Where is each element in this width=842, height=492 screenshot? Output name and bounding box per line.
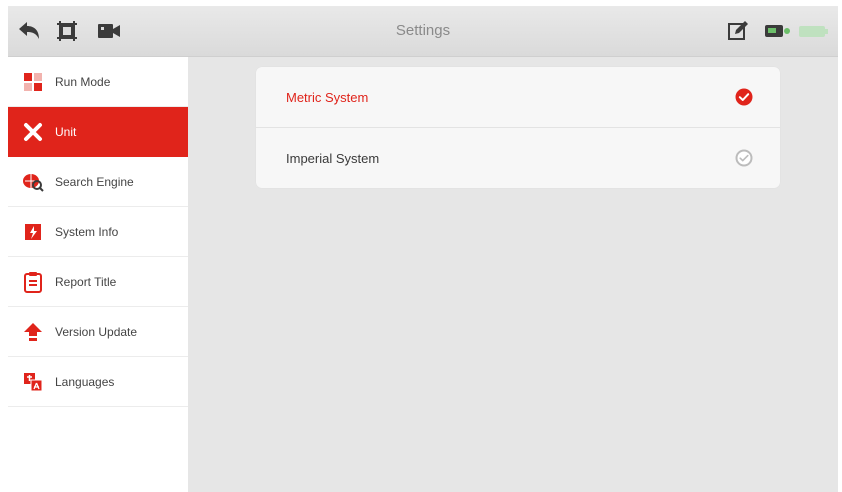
search-engine-icon [22,171,44,193]
sidebar-item-label: System Info [55,224,119,239]
sidebar-item-label: Version Update [55,324,138,339]
unit-options-card: Metric System Imperial System [256,67,780,188]
imperial-system-option[interactable]: Imperial System [256,128,780,188]
option-label: Imperial System [286,150,380,166]
metric-system-option[interactable]: Metric System [256,67,780,127]
sidebar-item-label: Unit [55,124,77,139]
option-label: Metric System [286,89,369,105]
battery-icon [798,18,832,44]
run-mode-icon [22,71,44,93]
sidebar-item-run-mode[interactable]: Run Mode [8,57,188,107]
sidebar-item-label: Run Mode [55,74,111,89]
vci-connection-icon[interactable] [764,18,794,44]
sidebar-item-label: Search Engine [55,174,134,189]
sidebar-item-label: Languages [55,374,115,389]
languages-icon [22,371,44,393]
sidebar-empty-area [8,419,188,492]
sidebar-item-report-title[interactable]: Report Title [8,257,188,307]
report-title-icon [22,271,44,293]
unit-icon [22,121,44,143]
unchecked-circle-icon [735,149,753,167]
version-update-icon [22,321,44,343]
sidebar-item-version-update[interactable]: Version Update [8,307,188,357]
app-window: Settings Run Mode Unit Search Engine Sys… [8,6,838,492]
system-info-icon [22,221,44,243]
sidebar-item-languages[interactable]: Languages [8,357,188,407]
sidebar-item-search-engine[interactable]: Search Engine [8,157,188,207]
edit-icon[interactable] [725,18,751,44]
sidebar-item-system-info[interactable]: System Info [8,207,188,257]
sidebar-item-unit[interactable]: Unit [8,107,188,157]
page-title: Settings [395,22,451,39]
settings-sidebar: Run Mode Unit Search Engine System Info … [8,57,188,492]
checked-circle-icon [735,88,753,106]
sidebar-item-label: Report Title [55,274,117,289]
header-bar: Settings [8,6,838,57]
